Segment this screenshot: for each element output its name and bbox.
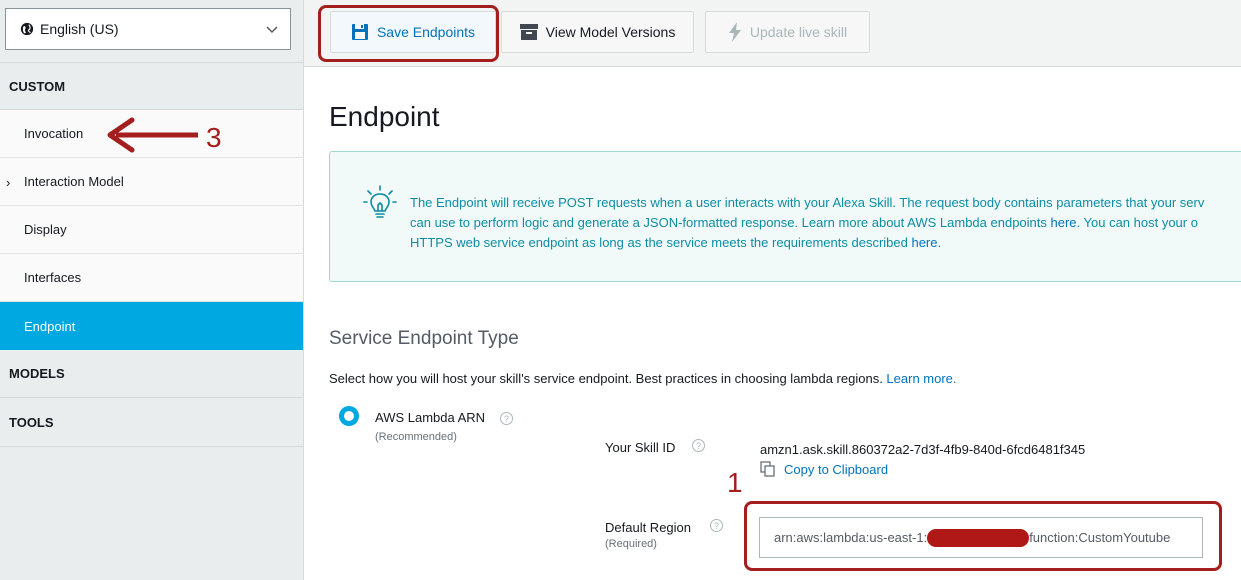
skill-id-value: amzn1.ask.skill.860372a2-7d3f-4fb9-840d-… [760, 442, 1086, 457]
section-tools[interactable]: TOOLS [0, 399, 303, 447]
chevron-down-icon [266, 26, 278, 34]
language-label: English (US) [40, 21, 119, 37]
sidebar-item-endpoint[interactable]: Endpoint [0, 302, 303, 350]
info-line-3-end: . [937, 235, 942, 250]
update-live-skill-button[interactable]: Update live skill [705, 11, 870, 53]
chevron-right-icon: › [6, 175, 11, 190]
section-custom[interactable]: CUSTOM [0, 62, 303, 110]
info-text: The Endpoint will receive POST requests … [410, 193, 1241, 253]
annotation-number-3: 3 [206, 122, 222, 153]
update-live-skill-label: Update live skill [749, 24, 848, 40]
aws-lambda-radio[interactable] [339, 406, 359, 426]
section-tools-label: TOOLS [9, 415, 54, 430]
page-title: Endpoint [329, 101, 440, 132]
copy-to-clipboard-button[interactable]: Copy to Clipboard [760, 461, 888, 477]
learn-more-link[interactable]: Learn more. [886, 371, 956, 386]
sidebar-item-label: Display [24, 222, 67, 237]
aws-lambda-label: AWS Lambda ARN [375, 410, 486, 425]
sidebar-item-label: Interaction Model [24, 174, 124, 189]
help-icon[interactable]: ? [710, 519, 723, 532]
skill-id-label: Your Skill ID [605, 440, 676, 455]
sidebar-item-label: Endpoint [24, 318, 76, 334]
info-line-2: can use to perform logic and generate a … [410, 215, 1051, 230]
info-box: The Endpoint will receive POST requests … [329, 151, 1241, 282]
section-custom-label: CUSTOM [9, 78, 66, 94]
service-desc-text: Select how you will host your skill's se… [329, 371, 887, 386]
sidebar-item-interaction-model[interactable]: › Interaction Model [0, 158, 303, 206]
lightning-icon [728, 22, 741, 42]
copy-to-clipboard-label: Copy to Clipboard [784, 461, 889, 477]
section-models-label: MODELS [9, 366, 65, 381]
help-icon[interactable]: ? [500, 412, 513, 425]
service-endpoint-type-heading: Service Endpoint Type [329, 328, 519, 349]
requirements-link[interactable]: here [911, 235, 937, 250]
sidebar-item-display[interactable]: Display [0, 206, 303, 254]
view-model-versions-button[interactable]: View Model Versions [501, 11, 694, 53]
annotation-number-1: 1 [727, 467, 743, 498]
sidebar-item-interfaces[interactable]: Interfaces [0, 254, 303, 302]
help-icon[interactable]: ? [692, 439, 705, 452]
default-region-label: Default Region [605, 520, 691, 535]
info-line-1: The Endpoint will receive POST requests … [410, 195, 1205, 210]
annotation-box-2 [318, 5, 499, 62]
lightbulb-icon [363, 185, 397, 218]
sidebar-item-label: Interfaces [24, 270, 82, 285]
annotation-box-1 [744, 501, 1222, 571]
info-line-3: HTTPS web service endpoint as long as th… [410, 235, 912, 250]
language-select[interactable]: English (US) [5, 8, 291, 50]
annotation-arrow-icon [107, 117, 198, 153]
globe-icon [20, 22, 34, 36]
aws-lambda-sublabel: (Recommended) [375, 431, 457, 443]
view-model-versions-label: View Model Versions [545, 24, 676, 40]
sidebar-item-label: Invocation [24, 126, 84, 141]
copy-icon [760, 461, 775, 477]
info-line-2-end: . You can host your o [1076, 215, 1198, 230]
service-endpoint-description: Select how you will host your skill's se… [329, 371, 957, 386]
archive-icon [519, 24, 538, 40]
lambda-endpoints-link[interactable]: here [1051, 215, 1077, 230]
default-region-sublabel: (Required) [605, 538, 657, 550]
section-models[interactable]: MODELS [0, 350, 303, 398]
sidebar: English (US) CUSTOM Invocation › Interac… [0, 0, 304, 580]
